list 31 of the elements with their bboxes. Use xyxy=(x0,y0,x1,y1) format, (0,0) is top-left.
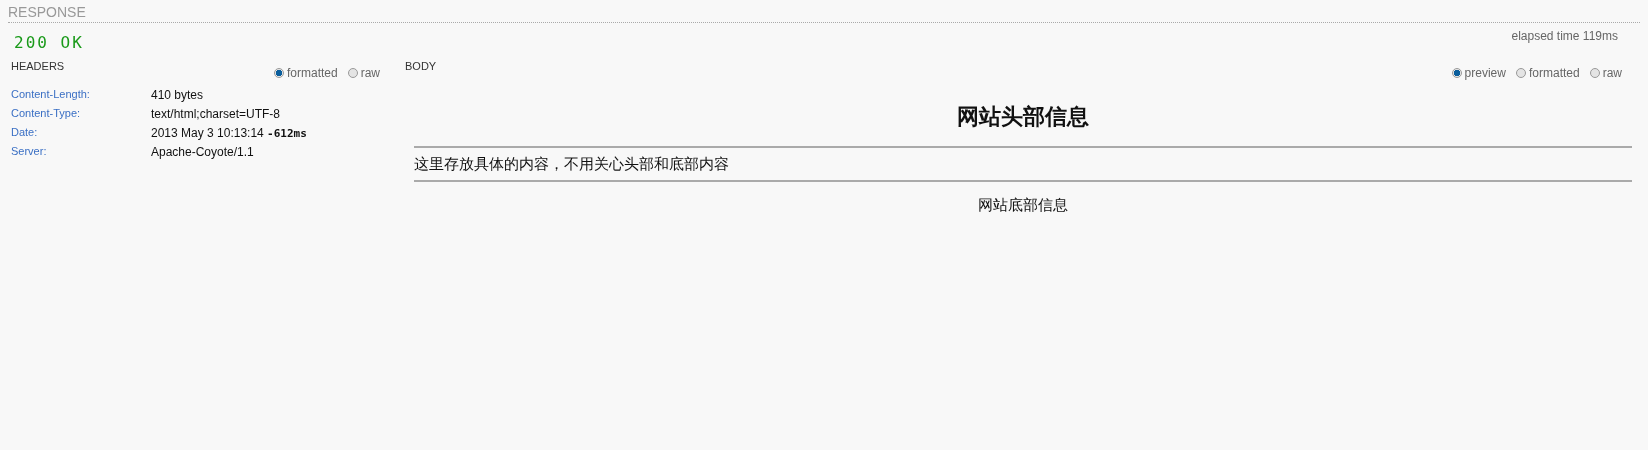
radio-label[interactable]: formatted xyxy=(286,66,338,80)
status-code: 200 OK xyxy=(14,33,84,52)
body-title: BODY xyxy=(404,60,437,72)
radio-icon[interactable] xyxy=(347,68,358,78)
header-name: Content-Type: xyxy=(11,107,82,121)
radio-option[interactable]: raw xyxy=(347,66,380,80)
header-name: Content-Length: xyxy=(11,88,91,102)
elapsed-time: elapsed time 119ms xyxy=(1511,29,1618,43)
header-value: text/html;charset=UTF-8 xyxy=(151,107,282,121)
radio-label[interactable]: raw xyxy=(360,66,380,80)
radio-label[interactable]: formatted xyxy=(1528,66,1580,80)
radio-label[interactable]: preview xyxy=(1464,66,1506,80)
preview-footer: 网站底部信息 xyxy=(414,182,1632,215)
radio-icon[interactable] xyxy=(1451,68,1462,78)
radio-option[interactable]: formatted xyxy=(1515,66,1580,80)
radio-icon[interactable] xyxy=(1589,68,1600,78)
preview-content: 这里存放具体的内容，不用关心头部和底部内容 xyxy=(414,154,730,174)
preview-heading: 网站头部信息 xyxy=(956,102,1090,131)
section-title: RESPONSE xyxy=(8,4,1640,23)
header-value: 2013 May 3 10:13:14 -612ms xyxy=(151,126,308,140)
header-name: Server: xyxy=(11,145,48,159)
radio-icon[interactable] xyxy=(1515,68,1526,78)
radio-option[interactable]: raw xyxy=(1589,66,1622,80)
header-value: Apache-Coyote/1.1 xyxy=(151,145,255,159)
headers-title: HEADERS xyxy=(10,60,65,72)
radio-label[interactable]: raw xyxy=(1602,66,1622,80)
radio-option[interactable]: preview xyxy=(1451,66,1506,80)
radio-icon[interactable] xyxy=(273,68,284,78)
radio-option[interactable]: formatted xyxy=(273,66,338,80)
header-value: 410 bytes xyxy=(151,88,205,102)
header-name: Date: xyxy=(11,126,39,140)
